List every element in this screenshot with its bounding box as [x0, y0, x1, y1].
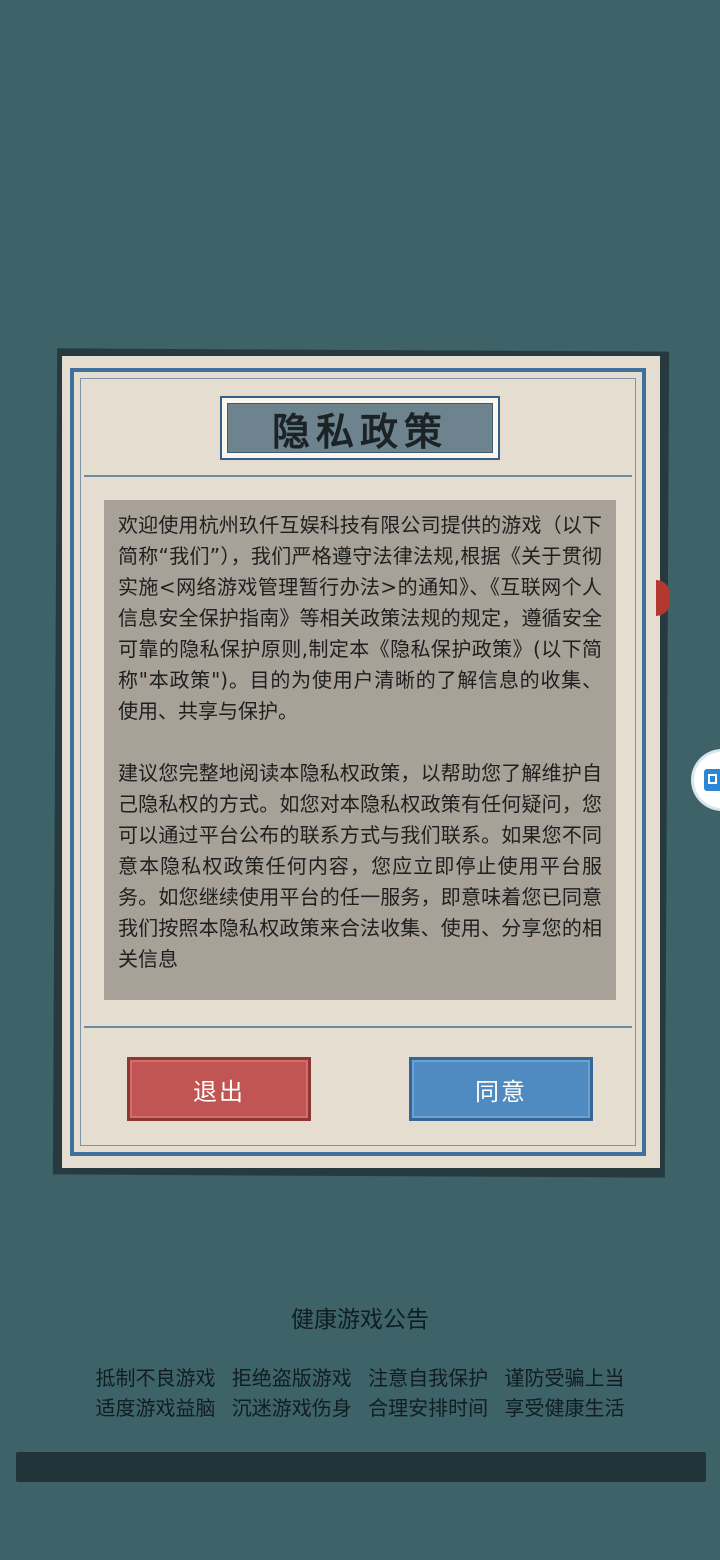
bottom-bar: [16, 1452, 706, 1482]
policy-paragraph-2: 建议您完整地阅读本隐私权政策，以帮助您了解维护自己隐私权的方式。如您对本隐私权政…: [118, 761, 602, 971]
health-notice-line-1: 抵制不良游戏 拒绝盗版游戏 注意自我保护 谨防受骗上当: [95, 1366, 625, 1390]
policy-text-scroll-area[interactable]: 欢迎使用杭州玖仟互娱科技有限公司提供的游戏（以下简称“我们”），我们严格遵守法律…: [104, 500, 616, 1000]
floating-assistant-button[interactable]: [694, 752, 720, 808]
policy-paragraph-1: 欢迎使用杭州玖仟互娱科技有限公司提供的游戏（以下简称“我们”），我们严格遵守法律…: [118, 513, 602, 723]
title-divider: [84, 475, 632, 477]
agree-button[interactable]: 同意: [409, 1057, 593, 1121]
assistant-icon: [704, 769, 720, 791]
health-notice-line-2: 适度游戏益脑 沉迷游戏伤身 合理安排时间 享受健康生活: [95, 1396, 625, 1420]
dialog-title: 隐私政策: [271, 408, 448, 454]
title-inner: 隐私政策: [227, 403, 493, 454]
title-plate: 隐私政策: [220, 396, 500, 460]
buttons-divider: [84, 1026, 632, 1028]
health-notice-title: 健康游戏公告: [291, 1307, 429, 1333]
exit-button[interactable]: 退出: [127, 1057, 311, 1121]
